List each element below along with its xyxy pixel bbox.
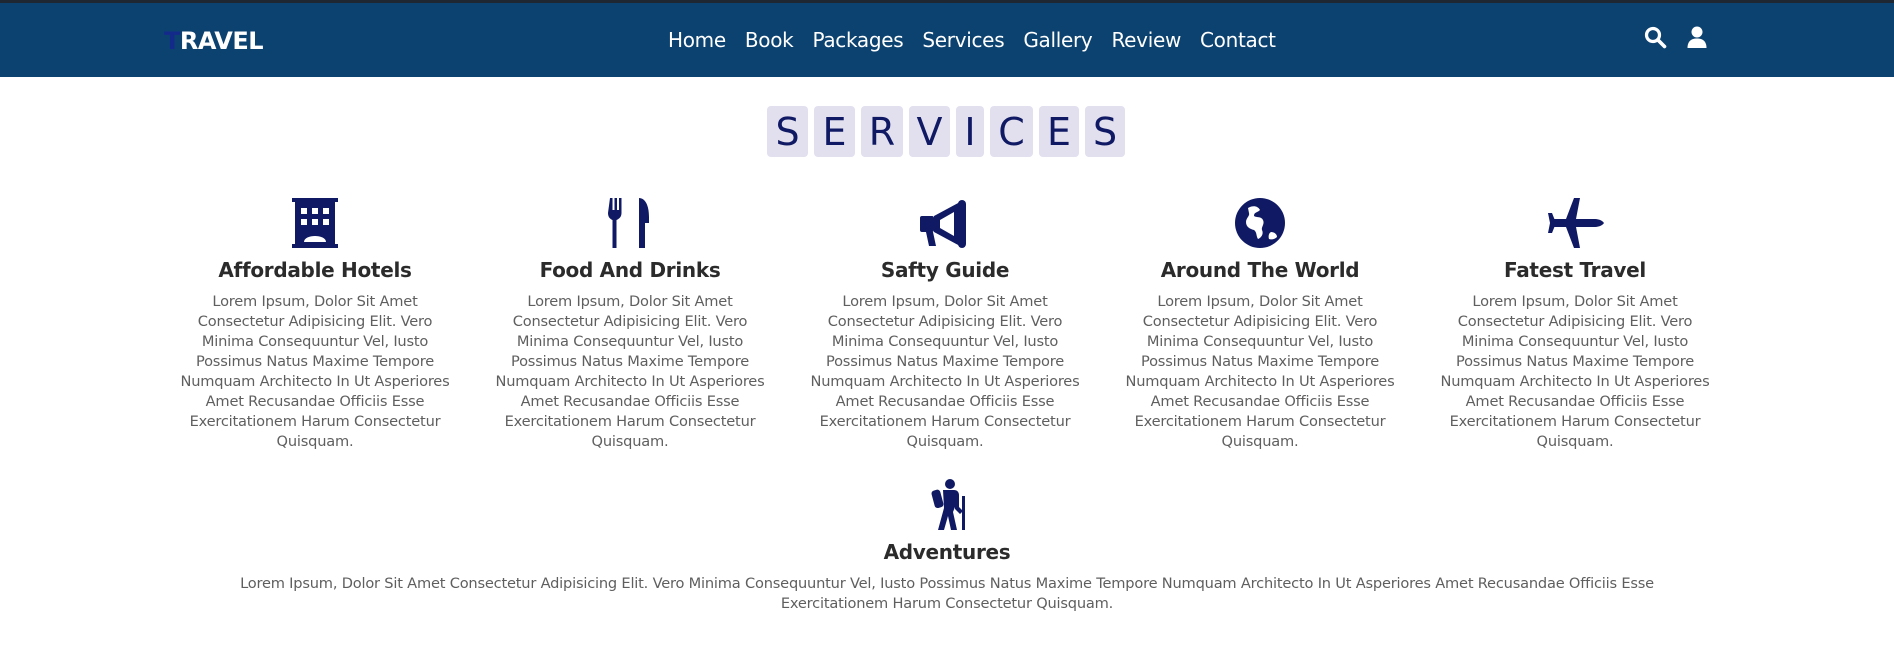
- nav-home[interactable]: Home: [668, 25, 726, 55]
- service-description: Lorem Ipsum, Dolor Sit Amet Consectetur …: [810, 293, 1080, 450]
- logo-initial: T: [164, 27, 180, 55]
- site-header: TRAVEL Home Book Packages Services Galle…: [0, 3, 1894, 77]
- service-card: Adventures Lorem Ipsum, Dolor Sit Amet C…: [190, 478, 1704, 614]
- hotel-icon: [286, 196, 344, 250]
- heading-letter: I: [956, 106, 984, 157]
- plane-icon: [1546, 196, 1604, 250]
- service-description: Lorem Ipsum, Dolor Sit Amet Consectetur …: [1440, 293, 1710, 450]
- hiking-icon: [918, 478, 976, 532]
- service-title: Around The World: [1160, 258, 1360, 282]
- service-card: Fatest Travel Lorem Ipsum, Dolor Sit Ame…: [1430, 196, 1720, 452]
- nav-gallery[interactable]: Gallery: [1023, 25, 1092, 55]
- service-card: Food And Drinks Lorem Ipsum, Dolor Sit A…: [485, 196, 775, 452]
- nav-packages[interactable]: Packages: [812, 25, 903, 55]
- heading-letter: S: [767, 106, 808, 157]
- service-title: Affordable Hotels: [218, 258, 412, 282]
- heading-letter: E: [814, 106, 855, 157]
- site-logo[interactable]: TRAVEL: [164, 27, 264, 55]
- main-nav: Home Book Packages Services Gallery Revi…: [668, 25, 1295, 55]
- service-title: Safty Guide: [880, 258, 1010, 282]
- bullhorn-icon: [916, 196, 974, 250]
- nav-review[interactable]: Review: [1111, 25, 1181, 55]
- nav-book[interactable]: Book: [745, 25, 794, 55]
- heading-letter: S: [1085, 106, 1125, 157]
- nav-services[interactable]: Services: [922, 25, 1004, 55]
- service-card: Safty Guide Lorem Ipsum, Dolor Sit Amet …: [800, 196, 1090, 452]
- globe-icon: [1231, 196, 1289, 250]
- heading-letter: R: [861, 106, 903, 157]
- service-card: Affordable Hotels Lorem Ipsum, Dolor Sit…: [170, 196, 460, 452]
- user-icon[interactable]: [1685, 25, 1709, 49]
- service-description: Lorem Ipsum, Dolor Sit Amet Consectetur …: [495, 293, 765, 450]
- service-description: Lorem Ipsum, Dolor Sit Amet Consectetur …: [180, 293, 450, 450]
- search-icon[interactable]: [1643, 25, 1667, 49]
- service-description: Lorem Ipsum, Dolor Sit Amet Consectetur …: [1125, 293, 1395, 450]
- services-heading: S E R V I C E S: [767, 106, 1125, 157]
- nav-contact[interactable]: Contact: [1200, 25, 1276, 55]
- heading-letter: V: [909, 106, 950, 157]
- utensils-icon: [601, 196, 659, 250]
- service-card: Around The World Lorem Ipsum, Dolor Sit …: [1115, 196, 1405, 452]
- service-title: Food And Drinks: [539, 258, 721, 282]
- heading-letter: C: [990, 106, 1033, 157]
- service-title: Fatest Travel: [1504, 258, 1646, 282]
- service-title: Adventures: [883, 540, 1011, 564]
- service-description: Lorem Ipsum, Dolor Sit Amet Consectetur …: [240, 575, 1654, 612]
- heading-letter: E: [1039, 106, 1079, 157]
- logo-text: RAVEL: [179, 27, 264, 55]
